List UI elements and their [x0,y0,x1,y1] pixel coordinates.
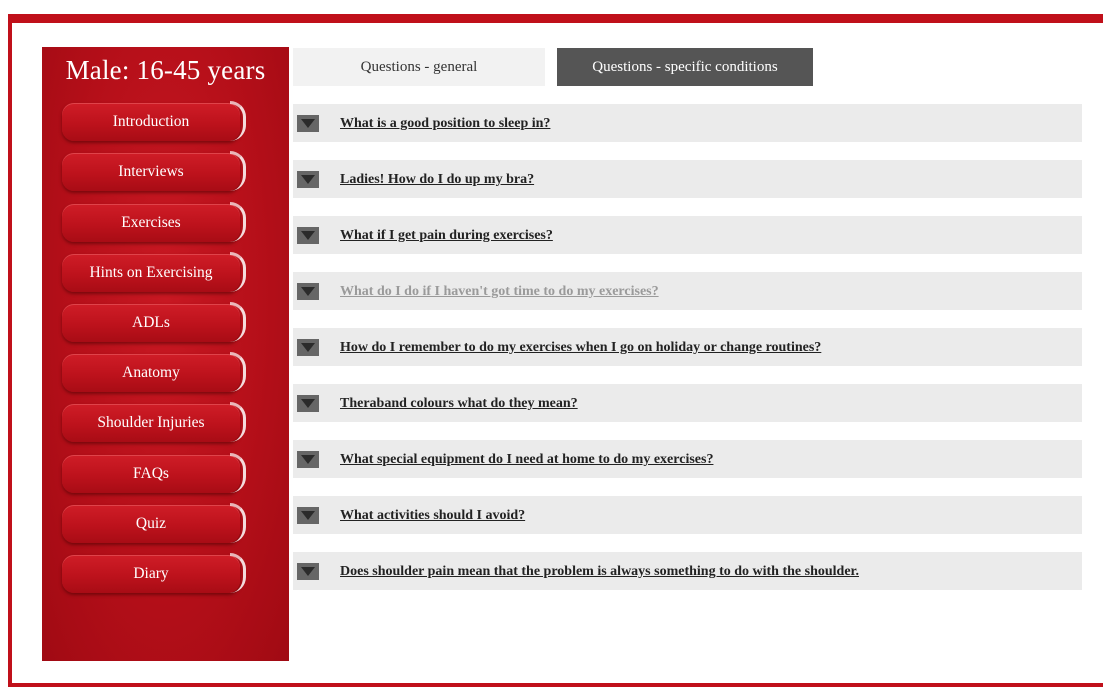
faq-item[interactable]: What special equipment do I need at home… [293,440,1082,478]
triangle-down-icon[interactable] [297,227,319,244]
button-curl-decoration [230,402,246,442]
nav-faqs-button[interactable]: FAQs [62,453,246,493]
triangle-down-icon[interactable] [297,507,319,524]
nav-label: Anatomy [122,364,180,381]
triangle-down-icon[interactable] [297,563,319,580]
faq-item[interactable]: What activities should I avoid? [293,496,1082,534]
button-curl-decoration [230,352,246,392]
faq-question-link[interactable]: Ladies! How do I do up my bra? [340,160,534,200]
tab-questions-general[interactable]: Questions - general [293,48,545,86]
button-curl-decoration [230,202,246,242]
nav-label: Hints on Exercising [89,264,213,281]
nav-shoulder-injuries-button[interactable]: Shoulder Injuries [62,402,246,442]
button-curl-decoration [230,302,246,342]
nav-label: FAQs [133,465,169,482]
faq-question-link[interactable]: What if I get pain during exercises? [340,216,553,256]
faq-item[interactable]: Theraband colours what do they mean? [293,384,1082,422]
nav-anatomy-button[interactable]: Anatomy [62,352,246,392]
faq-question-link[interactable]: Does shoulder pain mean that the problem… [340,552,859,592]
nav-label: Interviews [118,163,184,180]
faq-item[interactable]: What if I get pain during exercises? [293,216,1082,254]
button-curl-decoration [230,453,246,493]
nav-adls-button[interactable]: ADLs [62,302,246,342]
faq-item[interactable]: Ladies! How do I do up my bra? [293,160,1082,198]
faq-question-link[interactable]: What do I do if I haven't got time to do… [340,272,659,312]
nav-quiz-button[interactable]: Quiz [62,503,246,543]
sidebar: Male: 16-45 years Introduction Interview… [42,47,289,661]
faq-item[interactable]: What do I do if I haven't got time to do… [293,272,1082,310]
button-curl-decoration [230,252,246,292]
triangle-down-icon[interactable] [297,115,319,132]
faq-question-link[interactable]: What special equipment do I need at home… [340,440,713,480]
triangle-down-icon[interactable] [297,283,319,300]
nav-diary-button[interactable]: Diary [62,553,246,593]
button-curl-decoration [230,553,246,593]
nav-introduction-button[interactable]: Introduction [62,101,246,141]
button-curl-decoration [230,503,246,543]
nav-interviews-button[interactable]: Interviews [62,151,246,191]
nav-hints-on-exercising-button[interactable]: Hints on Exercising [62,252,246,292]
faq-item[interactable]: What is a good position to sleep in? [293,104,1082,142]
triangle-down-icon[interactable] [297,339,319,356]
triangle-down-icon[interactable] [297,451,319,468]
faq-item[interactable]: Does shoulder pain mean that the problem… [293,552,1082,590]
sidebar-title: Male: 16-45 years [65,55,266,85]
triangle-down-icon[interactable] [297,171,319,188]
nav-label: Exercises [121,214,181,231]
nav-label: Introduction [112,113,190,130]
nav-label: Shoulder Injuries [97,414,205,431]
triangle-down-icon[interactable] [297,395,319,412]
faq-item[interactable]: How do I remember to do my exercises whe… [293,328,1082,366]
faq-question-link[interactable]: Theraband colours what do they mean? [340,384,578,424]
faq-question-link[interactable]: What is a good position to sleep in? [340,104,550,144]
nav-label: ADLs [132,314,170,331]
faq-question-link[interactable]: How do I remember to do my exercises whe… [340,328,821,368]
nav-label: Diary [133,565,169,582]
button-curl-decoration [230,101,246,141]
faq-question-link[interactable]: What activities should I avoid? [340,496,525,536]
nav-label: Quiz [135,515,167,532]
nav-exercises-button[interactable]: Exercises [62,202,246,242]
tab-questions-specific-conditions[interactable]: Questions - specific conditions [557,48,813,86]
button-curl-decoration [230,151,246,191]
